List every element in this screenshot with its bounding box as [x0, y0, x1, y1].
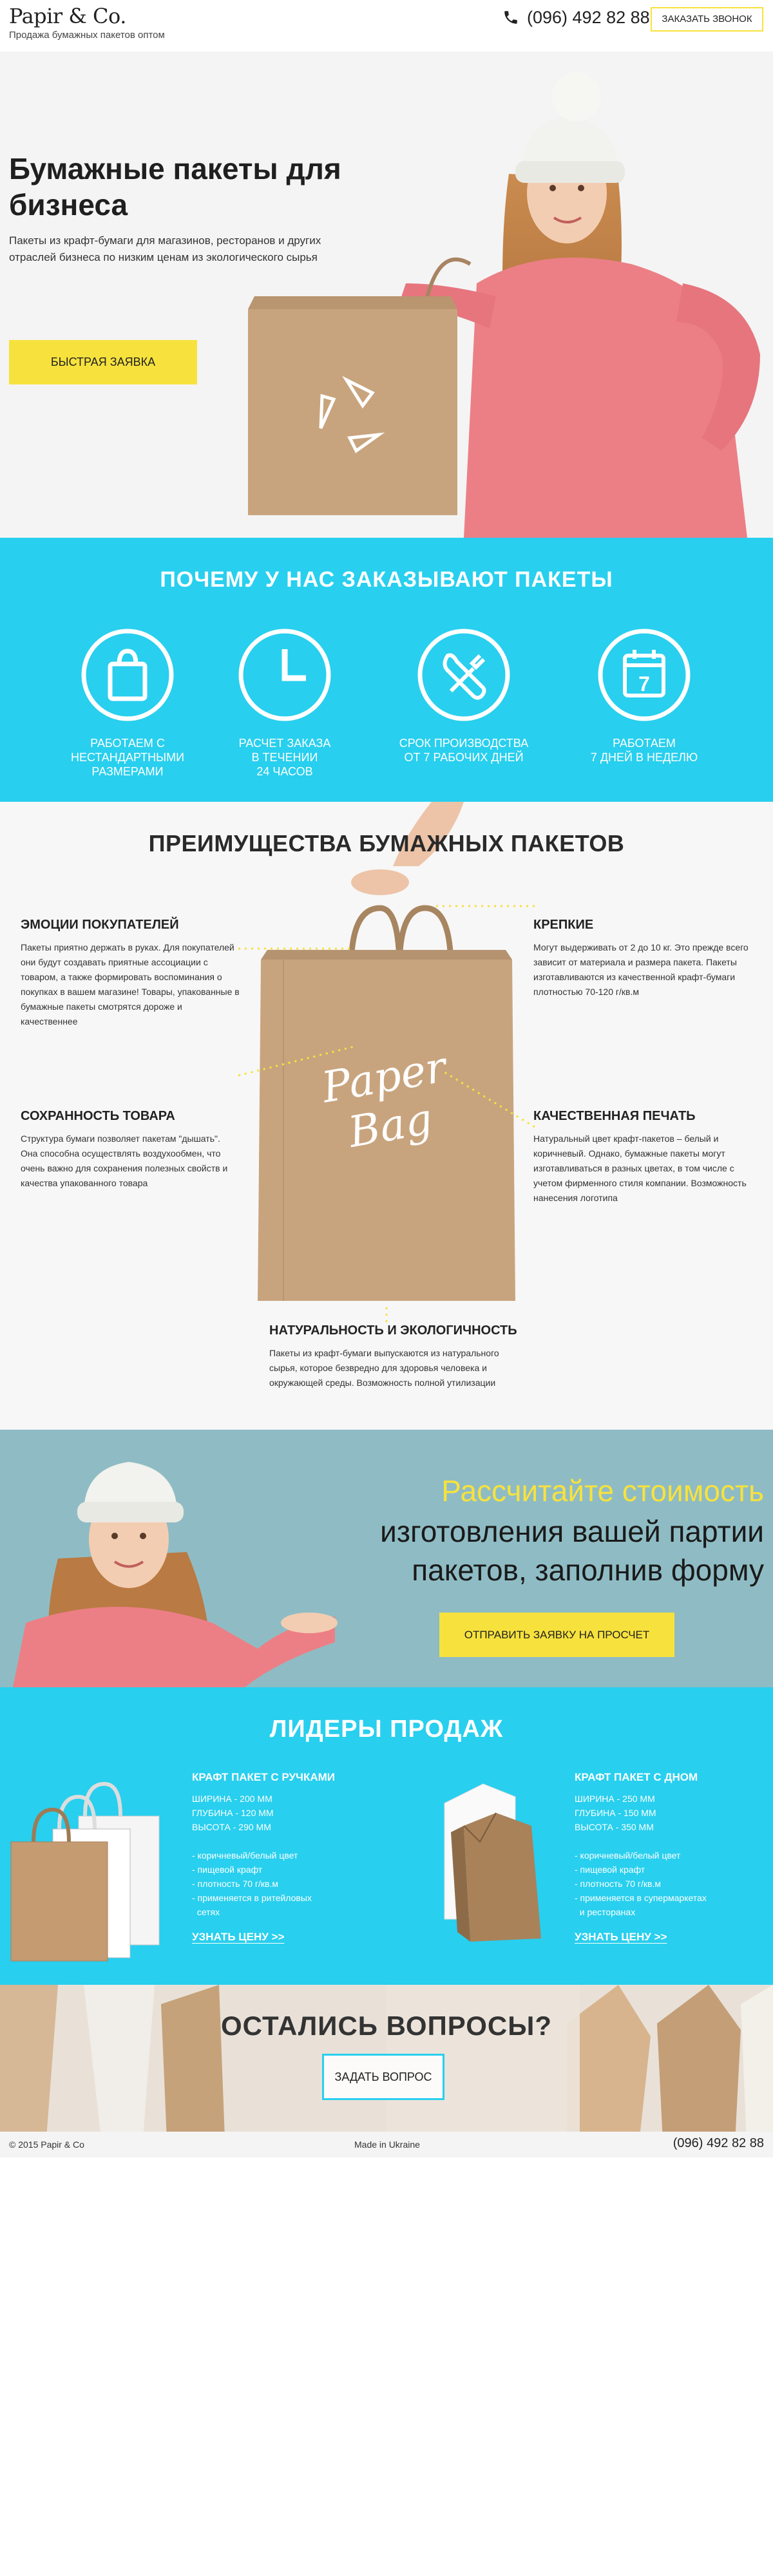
product-feature: и ресторанах: [575, 1907, 636, 1917]
advantage-title: Сохранность товара: [21, 1109, 175, 1123]
advantage-title: Крепкие: [533, 918, 594, 932]
product-title: Крафт пакет с дном: [575, 1771, 698, 1783]
advantage-title: Качественная печать: [533, 1109, 696, 1123]
product-feature: - плотность 70 г/кв.м: [575, 1879, 661, 1889]
calc-title: изготовления вашей партии пакетов, запол…: [380, 1515, 764, 1587]
hero-section: Бумажные пакеты для бизнеса Пакеты из кр…: [0, 52, 773, 538]
site-footer: © 2015 Papir & Co Made in Ukraine (096) …: [0, 2132, 773, 2157]
why-item-fast-calc: Расчет заказа в течении 24 часов: [207, 627, 362, 779]
questions-title: ОСТАЛИСЬ ВОПРОСЫ?: [220, 2011, 553, 2041]
advantage-strong: Крепкие Могут выдерживать от 2 до 10 кг.…: [533, 918, 752, 999]
product-feature: - применяется в супермаркетах: [575, 1893, 707, 1903]
ask-question-button[interactable]: Задать вопрос: [322, 2054, 444, 2100]
why-label: Работаем с нестандартными размерами: [70, 737, 185, 778]
product-feature: - плотность 70 г/кв.м: [192, 1879, 278, 1889]
bestsellers-section: ЛИДЕРЫ ПРОДАЖ Крафт пакет с ручками Шири…: [0, 1687, 773, 1985]
bestsellers-title: ЛИДЕРЫ ПРОДАЖ: [269, 1716, 504, 1743]
calendar-day: 7: [638, 672, 650, 696]
bag-icon: [81, 629, 174, 721]
calc-banner: Рассчитайте стоимость изготовления вашей…: [0, 1430, 773, 1687]
hero-girl-with-bag-image: [248, 72, 760, 538]
product-bag-with-bottom: Крафт пакет с дном Ширина - 250 мм Глуби…: [575, 1771, 761, 1944]
advantage-text: Могут выдерживать от 2 до 10 кг. Это пре…: [533, 942, 749, 997]
hero-description: Пакеты из крафт-бумаги для магазинов, ре…: [9, 234, 321, 263]
phone-icon: [504, 11, 517, 24]
why-title: ПОЧЕМУ У НАС ЗАКАЗЫВАЮТ ПАКЕТЫ: [160, 567, 613, 592]
product-dim: Ширина - 200 мм: [192, 1794, 272, 1804]
footer-copyright: © 2015 Papir & Co: [9, 2139, 84, 2150]
advantages-title: ПРЕИМУЩЕСТВА БУМАЖНЫХ ПАКЕТОВ: [148, 830, 625, 857]
why-label: Расчет заказа в течении 24 часов: [238, 737, 331, 778]
advantage-text: Натуральный цвет крафт-пакетов – белый и…: [533, 1133, 747, 1203]
why-label: Срок производства от 7 рабочих дней: [399, 737, 529, 764]
girl-presenting-image: [13, 1462, 338, 1687]
send-calc-request-button[interactable]: Отправить заявку на просчет: [439, 1613, 674, 1657]
product-title: Крафт пакет с ручками: [192, 1771, 336, 1783]
product-feature: - коричневый/белый цвет: [575, 1850, 681, 1861]
wrench-icon: [417, 629, 510, 721]
advantage-emotions: Эмоции покупателей Пакеты приятно держат…: [21, 918, 240, 1029]
product-feature: сетях: [192, 1907, 220, 1917]
product-feature: - пищевой крафт: [192, 1864, 263, 1875]
product-feature: - применяется в ритейловых: [192, 1893, 312, 1903]
calendar-icon: 7: [598, 629, 691, 721]
callback-button[interactable]: Заказать звонок: [651, 7, 763, 32]
advantage-text: Пакеты из крафт-бумаги выпускаются из на…: [269, 1348, 499, 1388]
why-item-custom-sizes: Работаем с нестандартными размерами: [50, 627, 205, 779]
advantage-title: Эмоции покупателей: [21, 918, 179, 932]
calc-title-accent: Рассчитайте стоимость: [441, 1474, 764, 1508]
product-dim: Ширина - 250 мм: [575, 1794, 655, 1804]
advantage-text: Структура бумаги позволяет пакетам "дыша…: [21, 1133, 228, 1188]
advantage-title: Натуральность и экологичность: [269, 1323, 517, 1338]
questions-section: ОСТАЛИСЬ ВОПРОСЫ? Задать вопрос: [0, 1985, 773, 2155]
hero-title: Бумажные пакеты для бизнеса: [9, 152, 341, 222]
product-dim: Высота - 290 мм: [192, 1822, 271, 1832]
page-blank-area: [0, 2157, 773, 2576]
advantage-preservation: Сохранность товара Структура бумаги позв…: [21, 1109, 240, 1191]
site-tagline: Продажа бумажных пакетов оптом: [9, 30, 165, 41]
header-phone[interactable]: (096) 492 82 88: [527, 8, 650, 28]
site-logo[interactable]: Papir & Co.: [9, 4, 126, 28]
get-price-link[interactable]: Узнать цену >>: [575, 1931, 667, 1944]
product-dim: Высота - 350 мм: [575, 1822, 654, 1832]
quick-request-button[interactable]: Быстрая заявка: [9, 340, 197, 384]
site-header: Papir & Co. Продажа бумажных пакетов опт…: [0, 0, 773, 52]
footer-phone[interactable]: (096) 492 82 88: [673, 2136, 764, 2151]
why-item-production: Срок производства от 7 рабочих дней: [386, 627, 541, 764]
bag-with-handles-image: [10, 1781, 160, 1962]
why-item-schedule: 7 Работаем 7 дней в неделю: [567, 627, 721, 764]
why-section: ПОЧЕМУ У НАС ЗАКАЗЫВАЮТ ПАКЕТЫ Работаем …: [0, 538, 773, 802]
why-label: Работаем 7 дней в неделю: [590, 737, 698, 764]
product-dim: Глубина - 120 мм: [192, 1808, 274, 1818]
advantage-print: Качественная печать Натуральный цвет кра…: [533, 1109, 752, 1206]
get-price-link[interactable]: Узнать цену >>: [192, 1931, 284, 1944]
product-dim: Глубина - 150 мм: [575, 1808, 656, 1818]
advantage-text: Пакеты приятно держать в руках. Для поку…: [21, 942, 240, 1027]
clock-icon: [238, 629, 331, 721]
product-feature: - коричневый/белый цвет: [192, 1850, 298, 1861]
bag-with-bottom-image: [444, 1783, 541, 1942]
product-bag-with-handles: Крафт пакет с ручками Ширина - 200 мм Гл…: [192, 1771, 379, 1944]
advantages-section: Paper Bag ПРЕИМУЩЕСТВА БУМАЖНЫХ ПАКЕТОВ …: [0, 802, 773, 1430]
advantage-eco: Натуральность и экологичность Пакеты из …: [269, 1323, 527, 1390]
footer-made-in: Made in Ukraine: [354, 2139, 420, 2150]
product-feature: - пищевой крафт: [575, 1864, 645, 1875]
